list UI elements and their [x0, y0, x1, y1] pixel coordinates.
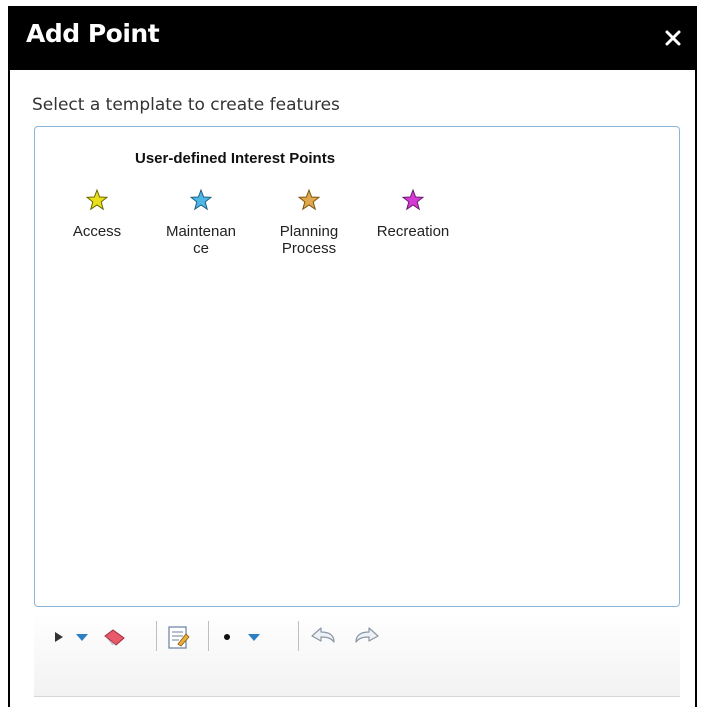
redo-icon[interactable]	[352, 624, 382, 650]
undo-icon[interactable]	[308, 624, 338, 650]
star-icon	[402, 189, 424, 211]
edit-toolbar	[34, 612, 680, 697]
template-access[interactable]: Access	[47, 189, 147, 240]
star-icon	[190, 189, 212, 211]
dropdown-arrow-icon[interactable]	[246, 624, 262, 650]
template-label: Access	[72, 223, 122, 240]
dialog-title: Add Point	[26, 19, 160, 48]
template-recreation[interactable]: Recreation	[363, 189, 463, 240]
select-arrow-icon[interactable]	[52, 624, 66, 650]
template-group-title: User-defined Interest Points	[135, 150, 336, 167]
dialog-title-bar: Add Point	[8, 6, 697, 70]
attributes-icon[interactable]	[164, 624, 192, 650]
template-label: Recreation	[376, 223, 450, 240]
template-label: Maintenance	[165, 223, 237, 257]
template-maintenance[interactable]: Maintenance	[151, 189, 251, 257]
template-planning-process[interactable]: Planning Process	[259, 189, 359, 257]
toolbar-separator	[156, 621, 157, 651]
eraser-icon[interactable]	[100, 624, 128, 650]
close-icon[interactable]	[663, 28, 683, 48]
dropdown-arrow-icon[interactable]	[74, 624, 90, 650]
dialog-border-left	[8, 6, 10, 707]
template-label: Planning Process	[279, 223, 339, 257]
template-prompt: Select a template to create features	[32, 95, 340, 115]
star-icon	[86, 189, 108, 211]
toolbar-separator	[298, 621, 299, 651]
toolbar-separator	[208, 621, 209, 651]
template-picker-panel: User-defined Interest Points Access Main…	[34, 126, 680, 607]
star-icon	[298, 189, 320, 211]
dialog-border-right	[695, 6, 697, 707]
point-icon[interactable]	[220, 624, 234, 650]
